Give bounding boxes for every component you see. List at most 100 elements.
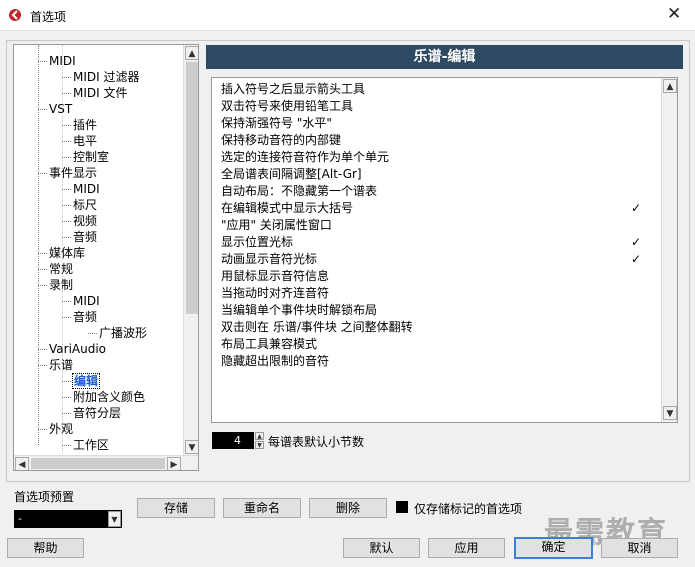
tree-connector <box>38 45 39 445</box>
cancel-button[interactable]: 取消 <box>601 538 678 558</box>
tree-item[interactable]: 音频 <box>73 309 97 325</box>
tree-connector <box>62 445 71 446</box>
option-row[interactable]: 当编辑单个事件块时解锁布局 <box>221 302 661 319</box>
section-title: 乐谱-编辑 <box>206 45 683 69</box>
tree-item[interactable]: 插件 <box>73 117 97 133</box>
tree-item[interactable]: VariAudio <box>49 341 106 357</box>
tree-item-label: 乐谱 <box>49 358 74 372</box>
option-row[interactable]: 当拖动时对齐连音符 <box>221 285 661 302</box>
default-button[interactable]: 默认 <box>343 538 420 558</box>
tree-item[interactable]: 附加含义颜色 <box>73 389 145 405</box>
tree-item[interactable]: 媒体库 <box>49 245 85 261</box>
preferences-tree: MIDI MIDI 过滤器 MIDI 文件 VST 插件 电平 控制室 事件显示 MIDI 标尺视… <box>13 44 199 471</box>
chevron-down-icon[interactable]: ▼ <box>108 511 121 527</box>
tree-item[interactable]: 标尺 <box>73 197 97 213</box>
option-label: 在编辑模式中显示大括号 <box>221 201 354 215</box>
store-button[interactable]: 存储 <box>137 498 215 518</box>
option-row[interactable]: 用鼠标显示音符信息 <box>221 268 661 285</box>
scroll-left-arrow-icon[interactable]: ◀ <box>15 457 29 470</box>
tree-item-label: 视频 <box>73 214 98 228</box>
option-row[interactable]: "应用" 关闭属性窗口 <box>221 217 661 234</box>
preset-select[interactable]: - <box>14 510 122 528</box>
option-row[interactable]: 选定的连接符音符作为单个单元 <box>221 149 661 166</box>
tree-item[interactable]: 事件显示 <box>49 165 97 181</box>
tree-item[interactable]: 电平 <box>73 133 97 149</box>
option-row[interactable]: 动画显示音符光标 ✓ <box>221 251 661 268</box>
option-label: 当编辑单个事件块时解锁布局 <box>221 303 378 317</box>
tree-item[interactable]: MIDI 文件 <box>73 85 128 101</box>
tree-connector <box>62 413 71 414</box>
option-row[interactable]: 隐藏超出限制的音符 <box>221 353 661 370</box>
tree-item[interactable]: 编辑 <box>71 373 101 389</box>
tree-connector <box>38 269 47 270</box>
bars-per-staff-input[interactable]: 4 <box>212 432 254 449</box>
tree-item-label: 附加含义颜色 <box>73 390 146 404</box>
option-row[interactable]: 双击则在 乐谱/事件块 之间整体翻转 <box>221 319 661 336</box>
options-vertical-scrollbar[interactable]: ▲ ▼ <box>661 78 677 422</box>
tree-item-label: 编辑 <box>71 373 101 389</box>
tree-item[interactable]: 常规 <box>49 261 73 277</box>
option-row[interactable]: 保持移动音符的内部键 <box>221 132 661 149</box>
tree-connector <box>62 157 71 158</box>
tree-item[interactable]: 音频 <box>73 229 97 245</box>
tree-connector <box>38 109 47 110</box>
tree-item-label: MIDI 过滤器 <box>73 70 140 84</box>
tree-item[interactable]: 工作区 <box>73 437 109 453</box>
presets-label: 首选项预置 <box>14 490 75 504</box>
store-marked-only-checkbox[interactable] <box>396 501 408 513</box>
tree-connector <box>38 349 47 350</box>
tree-item-label: MIDI 文件 <box>73 86 128 100</box>
option-row[interactable]: 布局工具兼容模式 <box>221 336 661 353</box>
option-row[interactable]: 保持渐强符号 "水平" <box>221 115 661 132</box>
scroll-up-arrow-icon[interactable]: ▲ <box>663 79 677 93</box>
tree-connector <box>62 125 71 126</box>
tree-item[interactable]: MIDI <box>73 181 100 197</box>
tree-vertical-scrollbar[interactable]: ▲ ▼ <box>183 45 198 455</box>
tree-connector <box>62 77 71 78</box>
scroll-down-arrow-icon[interactable]: ▼ <box>663 406 677 420</box>
tree-item[interactable]: 外观 <box>49 421 73 437</box>
scroll-up-arrow-icon[interactable]: ▲ <box>185 46 198 60</box>
tree-connector <box>38 365 47 366</box>
option-label: 双击则在 乐谱/事件块 之间整体翻转 <box>221 320 413 334</box>
option-label: 保持渐强符号 "水平" <box>221 116 332 130</box>
tree-item-label: 音频 <box>73 230 98 244</box>
tree-horizontal-scrollbar[interactable]: ◀ ▶ <box>14 455 198 470</box>
spin-up-icon[interactable]: ▲ <box>255 432 264 440</box>
tree-item[interactable]: 广播波形 <box>99 325 147 341</box>
option-label: "应用" 关闭属性窗口 <box>221 218 332 232</box>
option-row[interactable]: 插入符号之后显示箭头工具 <box>221 81 661 98</box>
tree-item[interactable]: 视频 <box>73 213 97 229</box>
tree-item-label: 外观 <box>49 422 74 436</box>
tree-item-label: VST <box>49 102 73 116</box>
scroll-down-arrow-icon[interactable]: ▼ <box>185 440 198 454</box>
tree-item[interactable]: 录制 <box>49 277 73 293</box>
tree-item[interactable]: VST <box>49 101 72 117</box>
rename-button[interactable]: 重命名 <box>223 498 301 518</box>
scroll-thumb[interactable] <box>186 62 198 314</box>
tree-item[interactable]: 乐谱 <box>49 357 73 373</box>
tree-item-label: 录制 <box>49 278 74 292</box>
scroll-thumb-horizontal[interactable] <box>31 458 165 469</box>
tree-item[interactable]: MIDI <box>73 293 100 309</box>
delete-button[interactable]: 删除 <box>309 498 387 518</box>
tree-item[interactable]: 控制室 <box>73 149 109 165</box>
spin-down-icon[interactable]: ▼ <box>255 441 264 449</box>
option-label: 布局工具兼容模式 <box>221 337 318 351</box>
tree-item[interactable]: 音符分层 <box>73 405 121 421</box>
tree-item[interactable]: MIDI 过滤器 <box>73 69 140 85</box>
option-row[interactable]: 显示位置光标 ✓ <box>221 234 661 251</box>
option-row[interactable]: 自动布局：不隐藏第一个谱表 <box>221 183 661 200</box>
ok-button[interactable]: 确定 <box>514 537 593 559</box>
cubase-app-icon <box>9 9 21 21</box>
scroll-right-arrow-icon[interactable]: ▶ <box>167 457 181 470</box>
option-label: 自动布局：不隐藏第一个谱表 <box>221 184 378 198</box>
option-row[interactable]: 在编辑模式中显示大括号 ✓ <box>221 200 661 217</box>
help-button[interactable]: 帮助 <box>7 538 84 558</box>
option-row[interactable]: 双击符号来使用铅笔工具 <box>221 98 661 115</box>
tree-item-label: 广播波形 <box>99 326 148 340</box>
close-icon[interactable]: ✕ <box>667 4 681 24</box>
option-row[interactable]: 全局谱表间隔调整[Alt-Gr] <box>221 166 661 183</box>
option-label: 显示位置光标 <box>221 235 294 249</box>
apply-button[interactable]: 应用 <box>428 538 505 558</box>
